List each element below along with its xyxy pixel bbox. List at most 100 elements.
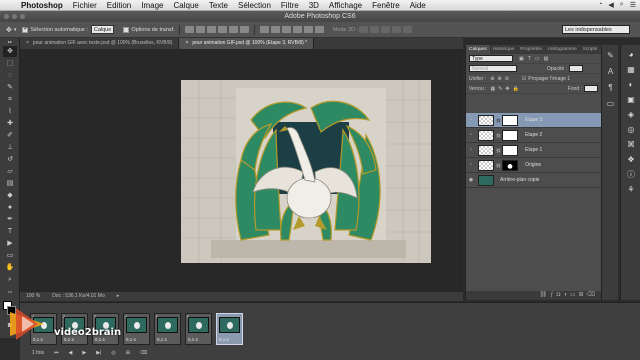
delete-frame-icon[interactable]: ⌫: [140, 350, 147, 356]
healing-brush-tool-icon[interactable]: ✚: [3, 118, 17, 129]
color-panel-icon[interactable]: ◕: [625, 49, 637, 60]
info-panel-icon[interactable]: ⓘ: [625, 169, 637, 180]
type-tool-icon[interactable]: T: [3, 226, 17, 237]
lock-icons[interactable]: ▦✎✥🔒: [491, 86, 522, 92]
paragraph-panel-icon[interactable]: ¶: [605, 82, 616, 93]
trash-icon[interactable]: ⌫: [587, 292, 598, 298]
previous-frame-icon[interactable]: ◀: [68, 350, 72, 356]
layer-mask-thumbnail[interactable]: [502, 129, 519, 141]
adjustments-panel-icon[interactable]: ◐: [625, 79, 637, 90]
adjustment-icon[interactable]: ◑: [563, 292, 570, 298]
3d-orbit-icon[interactable]: [359, 26, 369, 33]
animation-frame-selected[interactable]: 70,1 s: [216, 313, 243, 345]
document-canvas[interactable]: [181, 80, 431, 263]
next-frame-icon[interactable]: ▶|: [96, 350, 101, 356]
close-window-button[interactable]: [4, 14, 9, 19]
first-frame-icon[interactable]: ⏮: [54, 350, 59, 356]
animation-frame[interactable]: 40,1 s: [123, 313, 150, 345]
close-icon[interactable]: ×: [26, 40, 29, 46]
3d-pan-icon[interactable]: [381, 26, 391, 33]
new-layer-icon[interactable]: ⊞: [578, 292, 586, 298]
tools-collapse-icon[interactable]: ▸▸: [3, 39, 17, 45]
layer-row[interactable]: ◉ Arrière-plan copie: [466, 173, 602, 188]
tab-scripts[interactable]: Scripts: [580, 45, 601, 54]
align-center-icon[interactable]: [228, 26, 238, 33]
move-tool-icon[interactable]: ✥: [3, 46, 17, 57]
menu-affichage[interactable]: Affichage: [324, 1, 367, 10]
menu-filtre[interactable]: Filtre: [276, 1, 304, 10]
duplicate-frame-icon[interactable]: ⊞: [126, 350, 130, 356]
dodge-tool-icon[interactable]: ●: [3, 202, 17, 213]
channels-panel-icon[interactable]: ◎: [625, 124, 637, 135]
auto-select-checkbox[interactable]: [22, 25, 28, 33]
play-icon[interactable]: ▶: [82, 350, 86, 356]
doc-tab-2[interactable]: × pour animation GIF.psd @ 100% (Etape 3,…: [179, 38, 315, 49]
transform-controls-checkbox[interactable]: [123, 26, 130, 33]
zoom-window-button[interactable]: [20, 14, 25, 19]
list-icon[interactable]: ☰: [630, 1, 636, 9]
brush-tool-icon[interactable]: ✐: [3, 130, 17, 141]
doc-tab-1[interactable]: × pour animation GIF avec texte.psd @ 100…: [20, 38, 180, 49]
gradient-tool-icon[interactable]: ▤: [3, 178, 17, 189]
link-layers-icon[interactable]: ⛓: [540, 292, 551, 298]
menu-edition[interactable]: Edition: [102, 1, 136, 10]
visibility-toggle[interactable]: ▫: [466, 162, 476, 168]
frame-delay[interactable]: 0,1 s: [219, 337, 229, 342]
3d-panel-icon[interactable]: ❖: [625, 154, 637, 165]
opacity-field[interactable]: [569, 65, 584, 72]
zoom-tool-icon[interactable]: ⌕: [3, 274, 17, 285]
layer-mask-thumbnail[interactable]: [502, 114, 519, 126]
distribute-1-icon[interactable]: [259, 26, 269, 33]
align-right-icon[interactable]: [239, 26, 249, 33]
tab-properties[interactable]: Propriétés: [517, 45, 545, 54]
visibility-toggle[interactable]: ▫: [466, 132, 476, 138]
quick-select-tool-icon[interactable]: ✎: [3, 82, 17, 93]
menu-fichier[interactable]: Fichier: [68, 1, 102, 10]
brush-panel-icon[interactable]: ✎: [605, 50, 616, 61]
layer-row[interactable]: ▫ ⛓ Etape 1: [466, 143, 602, 158]
path-select-tool-icon[interactable]: ▶: [3, 238, 17, 249]
status-menu-arrow-icon[interactable]: ▸: [111, 292, 126, 301]
unify-icons[interactable]: ⊕⊗⊘: [490, 76, 512, 82]
tool-preset-chevron-icon[interactable]: ▾: [14, 27, 17, 33]
distribute-5-icon[interactable]: [303, 26, 313, 33]
menu-selection[interactable]: Sélection: [233, 1, 276, 10]
tween-icon[interactable]: ◎: [111, 350, 115, 356]
menu-aide[interactable]: Aide: [405, 1, 431, 10]
more-tools-icon[interactable]: •••: [3, 286, 17, 297]
shape-tool-icon[interactable]: ▭: [3, 250, 17, 261]
tab-histogram[interactable]: Histogramme: [545, 45, 580, 54]
menu-image[interactable]: Image: [136, 1, 168, 10]
blend-mode-dropdown[interactable]: Normal: [469, 65, 517, 72]
menu-photoshop[interactable]: Photoshop: [16, 1, 68, 10]
pen-tool-icon[interactable]: ✒: [3, 214, 17, 225]
timeline-panel-icon[interactable]: ▭: [605, 98, 616, 109]
layer-row[interactable]: ▫ ⛓ Origine: [466, 158, 602, 173]
frame-delay[interactable]: 0,1 s: [126, 337, 136, 342]
3d-slide-icon[interactable]: [392, 26, 402, 33]
animation-frame[interactable]: 60,1 s: [185, 313, 212, 345]
layer-mask-thumbnail[interactable]: [502, 159, 519, 171]
visibility-toggle[interactable]: ◉: [466, 177, 476, 183]
layer-filter-dropdown[interactable]: Type: [469, 55, 513, 62]
spotlight-icon[interactable]: ⌕: [620, 1, 624, 9]
frame-delay[interactable]: 0,1 s: [188, 337, 198, 342]
volume-icon[interactable]: ◀: [608, 1, 613, 9]
align-middle-icon[interactable]: [195, 26, 205, 33]
menu-3d[interactable]: 3D: [304, 1, 324, 10]
paths-panel-icon[interactable]: ⌘: [625, 139, 637, 150]
hand-tool-icon[interactable]: ✋: [3, 262, 17, 273]
workspace-dropdown[interactable]: Les indispensables: [562, 25, 630, 34]
history-brush-tool-icon[interactable]: ↺: [3, 154, 17, 165]
close-icon[interactable]: ×: [185, 40, 188, 46]
navigator-panel-icon[interactable]: ⚘: [625, 184, 637, 195]
menu-calque[interactable]: Calque: [169, 1, 204, 10]
layers-panel-icon[interactable]: ◈: [625, 109, 637, 120]
tab-layers[interactable]: Calques: [466, 45, 490, 54]
distribute-4-icon[interactable]: [292, 26, 302, 33]
distribute-3-icon[interactable]: [281, 26, 291, 33]
animation-frame[interactable]: 50,1 s: [154, 313, 181, 345]
distribute-2-icon[interactable]: [270, 26, 280, 33]
wifi-icon[interactable]: ◔: [598, 1, 602, 9]
layer-mask-thumbnail[interactable]: [502, 144, 519, 156]
